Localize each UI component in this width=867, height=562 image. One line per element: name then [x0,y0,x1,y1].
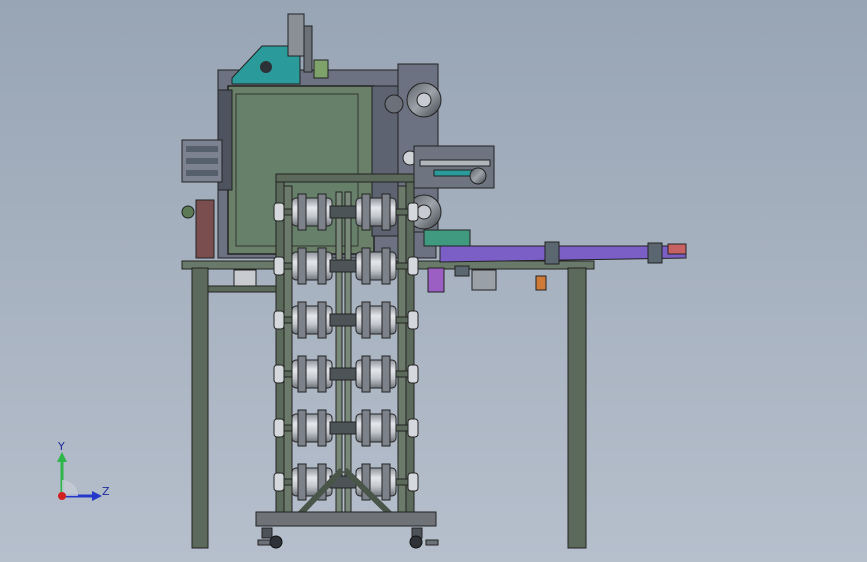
cad-viewport[interactable]: Y Z [0,0,867,562]
coordinate-triad: Y Z [50,440,120,510]
caster-wheels [257,527,439,549]
roller-tower [255,173,437,527]
z-axis-label: Z [102,485,110,498]
y-axis-label: Y [58,440,65,453]
machine-assembly-model[interactable] [0,0,867,562]
